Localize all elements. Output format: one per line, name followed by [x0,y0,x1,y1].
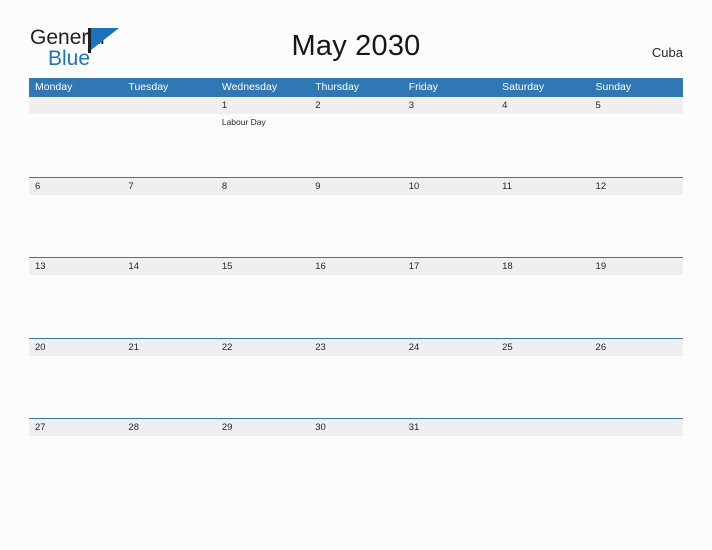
day-number[interactable]: 29 [216,419,309,436]
day-cell[interactable] [309,436,402,499]
day-number[interactable]: 25 [496,339,589,356]
page-title: May 2030 [291,30,421,62]
day-number[interactable]: 26 [590,339,683,356]
day-number[interactable]: 1 [216,97,309,114]
event-band [29,195,683,258]
event-band [29,436,683,499]
event-band: Labour Day [29,114,683,177]
date-number-band: 1 2 3 4 5 [29,97,683,114]
day-cell[interactable] [29,436,122,499]
day-number[interactable]: 23 [309,339,402,356]
day-cell[interactable] [29,195,122,258]
day-cell[interactable] [496,436,589,499]
day-cell[interactable] [496,195,589,258]
weekday-header-friday: Friday [408,81,438,93]
day-cell[interactable] [29,114,122,177]
day-cell[interactable] [496,356,589,419]
day-number[interactable]: 13 [29,258,122,275]
day-cell[interactable] [403,114,496,177]
day-number[interactable]: 2 [309,97,402,114]
event-band [29,275,683,338]
date-number-band: 13 14 15 16 17 18 19 [29,258,683,275]
day-number[interactable] [29,97,122,114]
day-cell[interactable] [403,356,496,419]
weekday-header-thursday: Thursday [315,81,360,93]
day-cell[interactable] [590,436,683,499]
day-cell[interactable] [29,356,122,419]
date-number-band: 27 28 29 30 31 [29,419,683,436]
day-cell[interactable] [309,356,402,419]
day-cell[interactable] [216,356,309,419]
weekday-header-saturday: Saturday [502,81,545,93]
country-label: Cuba [651,45,683,60]
week-row: 13 14 15 16 17 18 19 [29,257,683,338]
day-number[interactable]: 5 [590,97,683,114]
day-cell[interactable] [29,275,122,338]
weekday-header-tuesday: Tuesday [128,81,169,93]
day-cell[interactable] [403,436,496,499]
weekday-header-sunday: Sunday [595,81,632,93]
event-band [29,356,683,419]
day-number[interactable]: 22 [216,339,309,356]
day-number[interactable]: 14 [122,258,215,275]
weekday-header-row: Monday Tuesday Wednesday Thursday Friday… [29,78,683,96]
day-cell[interactable] [403,195,496,258]
day-cell[interactable] [216,195,309,258]
day-cell[interactable] [216,275,309,338]
calendar-grid: Monday Tuesday Wednesday Thursday Friday… [29,78,683,499]
day-number[interactable]: 8 [216,178,309,195]
day-cell[interactable] [590,195,683,258]
day-number[interactable]: 30 [309,419,402,436]
day-cell[interactable] [122,275,215,338]
week-row: 1 2 3 4 5 Labour Day [29,96,683,177]
day-number[interactable]: 27 [29,419,122,436]
day-number[interactable]: 18 [496,258,589,275]
day-number[interactable]: 9 [309,178,402,195]
day-number[interactable] [122,97,215,114]
day-number[interactable]: 12 [590,178,683,195]
day-cell[interactable] [309,275,402,338]
day-cell[interactable] [122,195,215,258]
day-cell[interactable] [122,356,215,419]
day-number[interactable]: 7 [122,178,215,195]
day-number[interactable] [496,419,589,436]
day-cell[interactable] [122,436,215,499]
week-row: 6 7 8 9 10 11 12 [29,176,683,258]
date-number-band: 20 21 22 23 24 25 26 [29,338,683,356]
day-cell[interactable] [496,275,589,338]
weekday-header-wednesday: Wednesday [221,81,278,93]
day-number[interactable]: 3 [403,97,496,114]
day-number[interactable] [590,419,683,436]
day-number[interactable]: 11 [496,178,589,195]
day-number[interactable]: 21 [122,339,215,356]
day-number[interactable]: 16 [309,258,402,275]
day-cell[interactable] [403,275,496,338]
week-row: 20 21 22 23 24 25 26 [29,337,683,419]
day-number[interactable]: 10 [403,178,496,195]
day-number[interactable]: 20 [29,339,122,356]
day-cell[interactable] [309,195,402,258]
day-cell[interactable] [590,356,683,419]
day-number[interactable]: 15 [216,258,309,275]
day-cell[interactable] [590,114,683,177]
day-cell[interactable] [496,114,589,177]
week-row: 27 28 29 30 31 [29,418,683,499]
day-number[interactable]: 6 [29,178,122,195]
day-number[interactable]: 28 [122,419,215,436]
day-cell[interactable] [590,275,683,338]
day-number[interactable]: 19 [590,258,683,275]
day-number[interactable]: 31 [403,419,496,436]
day-number[interactable]: 4 [496,97,589,114]
page-header: General Blue May 2030 Cuba [0,0,712,78]
day-number[interactable]: 17 [403,258,496,275]
date-number-band: 6 7 8 9 10 11 12 [29,177,683,195]
event-label: Labour Day [221,117,266,127]
day-cell[interactable] [309,114,402,177]
day-cell[interactable] [216,436,309,499]
day-cell[interactable]: Labour Day [216,114,309,177]
day-cell[interactable] [122,114,215,177]
weekday-header-monday: Monday [35,81,73,93]
day-number[interactable]: 24 [403,339,496,356]
